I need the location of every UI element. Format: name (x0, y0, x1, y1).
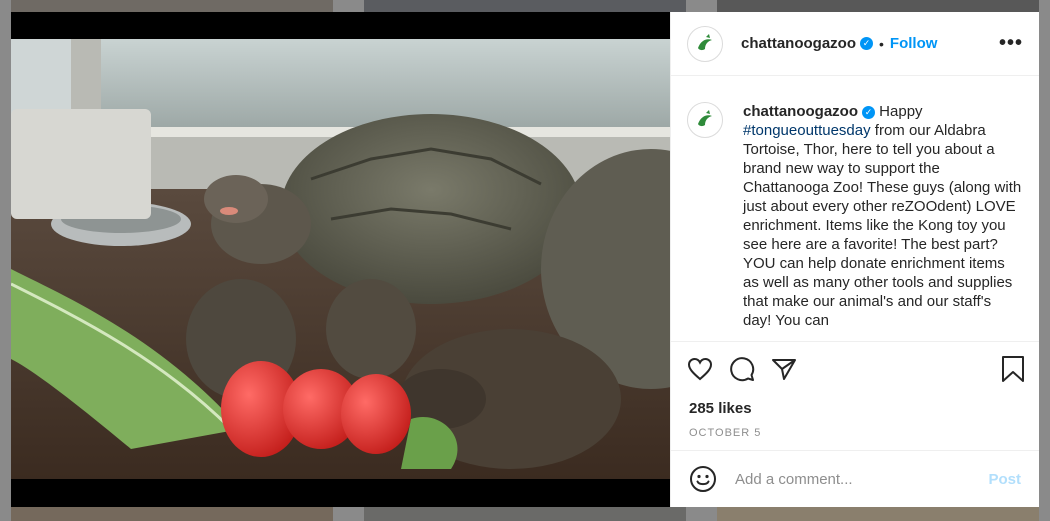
caption-section: chattanoogazoo ✓ Happy #tongueouttuesday … (671, 76, 1039, 342)
verified-icon: ✓ (860, 37, 873, 50)
zoo-logo-icon (693, 108, 717, 132)
background-thumbnail (11, 0, 333, 12)
action-bar (671, 342, 1039, 396)
post-comment-button[interactable]: Post (988, 471, 1021, 488)
post-username[interactable]: chattanoogazoo (741, 35, 856, 53)
post-date[interactable]: OCTOBER 5 (671, 427, 1039, 439)
zoo-logo-icon (693, 31, 717, 56)
post-photo[interactable] (11, 39, 671, 479)
verified-icon: ✓ (862, 105, 875, 119)
post-side-panel: chattanoogazoo ✓ • Follow ••• chattanoog… (670, 12, 1039, 507)
background-thumbnail (717, 507, 1039, 521)
tortoise-photo (11, 39, 671, 479)
emoji-icon[interactable] (689, 465, 717, 493)
likes-count[interactable]: 285 likes (671, 400, 1039, 417)
caption-first-word: Happy (879, 103, 923, 120)
comment-input[interactable] (733, 469, 989, 489)
caption-username[interactable]: chattanoogazoo (743, 103, 858, 120)
more-options-icon[interactable]: ••• (999, 32, 1023, 55)
post-media (11, 12, 671, 507)
bookmark-icon[interactable] (1001, 355, 1025, 383)
background-thumbnail (11, 507, 333, 521)
background-thumbnail (717, 0, 1039, 12)
follow-button[interactable]: Follow (890, 35, 938, 52)
avatar[interactable] (687, 25, 723, 62)
share-icon[interactable] (771, 357, 797, 381)
heart-icon[interactable] (687, 357, 713, 381)
background-thumbnail (364, 0, 686, 12)
post-modal: chattanoogazoo ✓ • Follow ••• chattanoog… (11, 12, 1039, 507)
caption-text: chattanoogazoo ✓ Happy #tongueouttuesday … (743, 102, 1023, 341)
caption-avatar[interactable] (687, 102, 723, 138)
separator-dot: • (879, 35, 884, 52)
hashtag-link[interactable]: #tongueouttuesday (743, 122, 871, 139)
caption-body: from our Aldabra Tortoise, Thor, here to… (743, 122, 1022, 329)
post-header: chattanoogazoo ✓ • Follow ••• (671, 12, 1039, 76)
background-thumbnail (364, 507, 686, 521)
comment-bar: Post (671, 450, 1039, 507)
comment-icon[interactable] (729, 356, 755, 382)
